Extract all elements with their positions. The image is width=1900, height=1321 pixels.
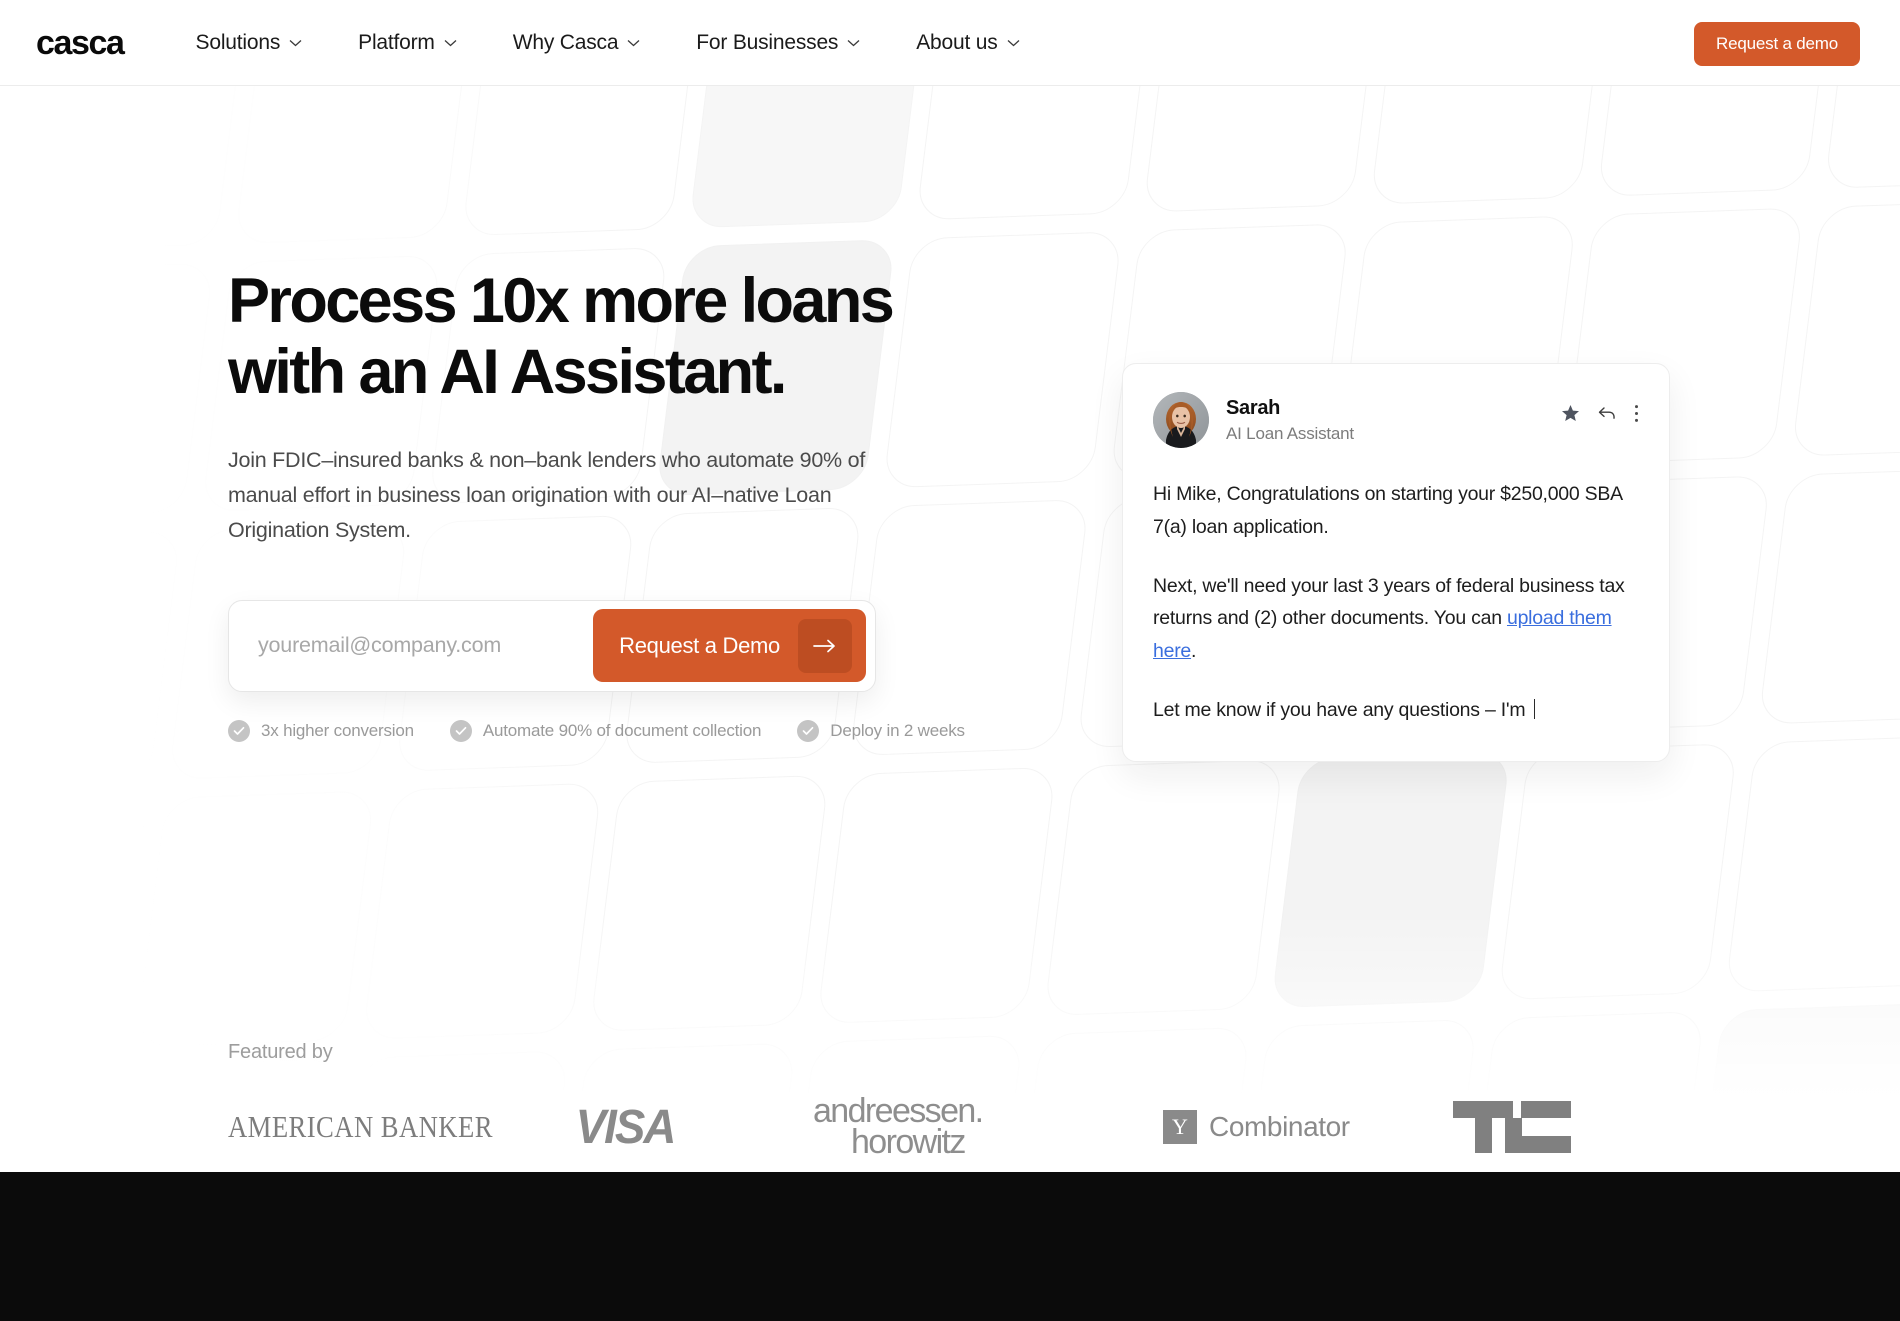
nav-item-label: Platform (358, 30, 435, 54)
email-input[interactable] (238, 633, 594, 659)
headline-line-2: with an AI Assistant. (228, 336, 787, 407)
message-paragraph-3: Let me know if you have any questions – … (1153, 694, 1639, 727)
sender-info: Sarah AI Loan Assistant (1226, 397, 1354, 444)
check-circle-icon (449, 719, 472, 742)
message-body: Hi Mike, Congratulations on starting you… (1153, 478, 1639, 727)
featured-by-section: Featured by AMERICAN BANKER VISA andrees… (228, 1041, 1728, 1159)
nav-item-label: For Businesses (696, 30, 839, 54)
paragraph-3-text: Let me know if you have any questions – … (1153, 698, 1531, 721)
top-navigation-bar: casca Solutions Platform Why Casca For B… (0, 0, 1900, 86)
techcrunch-mark (1453, 1101, 1571, 1154)
avatar (1153, 392, 1209, 448)
arrow-right-icon (798, 618, 852, 673)
sender-role: AI Loan Assistant (1226, 423, 1354, 443)
feature-label: Deploy in 2 weeks (830, 720, 965, 740)
message-header: Sarah AI Loan Assistant (1153, 392, 1639, 448)
email-signup-form: Request a Demo (228, 599, 876, 692)
request-demo-label: Request a Demo (619, 632, 780, 658)
hero-headline: Process 10x more loans with an AI Assist… (228, 266, 1018, 407)
reply-icon[interactable] (1597, 405, 1617, 428)
techcrunch-logo (1453, 1101, 1571, 1154)
main-nav-links: Solutions Platform Why Casca For Busines… (168, 31, 1048, 55)
check-circle-icon (797, 719, 820, 742)
nav-item-solutions[interactable]: Solutions (168, 31, 331, 55)
nav-item-label: Solutions (195, 30, 281, 54)
nav-item-for-businesses[interactable]: For Businesses (668, 31, 888, 55)
feature-item: 3x higher conversion (228, 719, 414, 742)
a16z-line-2: horowitz (851, 1123, 966, 1162)
american-banker-logo: AMERICAN BANKER (228, 1109, 573, 1145)
y-combinator-logo: Y Combinator (1163, 1110, 1453, 1145)
american-banker-logo-text: AMERICAN BANKER (228, 1109, 493, 1145)
request-demo-submit-button[interactable]: Request a Demo (593, 609, 866, 683)
nav-item-why-casca[interactable]: Why Casca (485, 31, 669, 55)
chevron-down-icon (289, 39, 302, 47)
chevron-down-icon (847, 39, 860, 47)
featured-by-label: Featured by (228, 1041, 333, 1063)
casca-logo[interactable]: casca (36, 26, 125, 60)
hero-section: Process 10x more loans with an AI Assist… (0, 86, 1900, 1172)
feature-label: 3x higher conversion (261, 720, 414, 740)
nav-item-label: About us (916, 30, 998, 54)
text-cursor-caret (1533, 698, 1536, 719)
andreessen-horowitz-logo: andreessen. horowitz (813, 1094, 1163, 1162)
hero-feature-list: 3x higher conversion Automate 90% of doc… (228, 719, 1018, 742)
nav-item-about-us[interactable]: About us (888, 31, 1047, 55)
message-actions (1561, 404, 1639, 428)
featured-logo-row: AMERICAN BANKER VISA andreessen. horowit… (228, 1094, 1728, 1162)
y-combinator-mark: Y (1163, 1110, 1197, 1145)
message-paragraph-2: Next, we'll need your last 3 years of fe… (1153, 570, 1639, 668)
footer-dark-band (0, 1172, 1900, 1321)
headline-line-1: Process 10x more loans (228, 266, 895, 336)
y-combinator-text: Combinator (1209, 1111, 1350, 1143)
feature-item: Automate 90% of document collection (449, 719, 762, 742)
chevron-down-icon (627, 39, 640, 47)
visa-logo: VISA (573, 1100, 813, 1155)
star-icon[interactable] (1561, 404, 1580, 428)
sender-name: Sarah (1226, 396, 1281, 419)
check-circle-icon (228, 719, 250, 742)
feature-label: Automate 90% of document collection (482, 720, 762, 740)
hero-subtext: Join FDIC–insured banks & non–bank lende… (228, 448, 866, 542)
request-demo-nav-button[interactable]: Request a demo (1694, 22, 1860, 66)
nav-item-label: Why Casca (512, 30, 619, 54)
nav-item-platform[interactable]: Platform (330, 31, 485, 55)
chevron-down-icon (1007, 39, 1020, 47)
chevron-down-icon (444, 39, 457, 47)
visa-logo-text: VISA (575, 1100, 677, 1154)
more-vertical-icon[interactable] (1634, 404, 1639, 428)
ai-assistant-message-card: Sarah AI Loan Assistant Hi Mike, Congrat… (1122, 363, 1670, 762)
message-paragraph-1: Hi Mike, Congratulations on starting you… (1153, 483, 1622, 538)
paragraph-2-text-after: . (1191, 640, 1197, 662)
hero-copy-block: Process 10x more loans with an AI Assist… (228, 266, 1018, 742)
feature-item: Deploy in 2 weeks (797, 719, 965, 742)
